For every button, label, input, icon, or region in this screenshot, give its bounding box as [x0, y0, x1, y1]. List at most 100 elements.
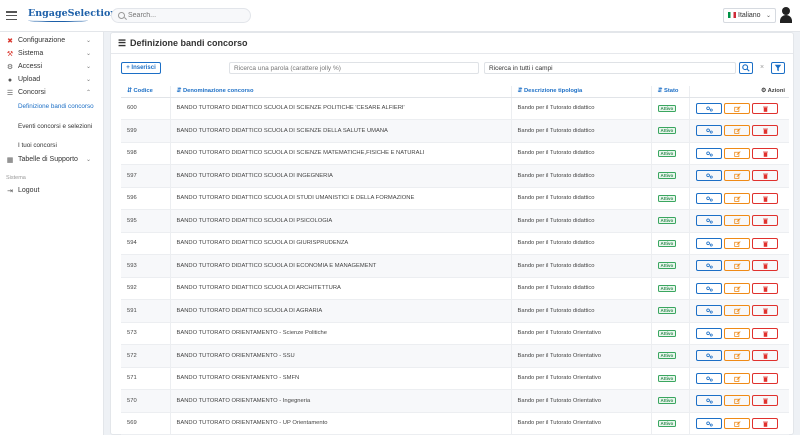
column-header-type[interactable]: ⇵ Descrizione tipologia	[510, 86, 651, 98]
edit-button[interactable]	[723, 395, 750, 407]
chevron-up-icon: ⌃	[86, 90, 92, 96]
delete-button[interactable]	[751, 350, 778, 362]
configure-button[interactable]	[695, 215, 722, 227]
sidebar-item-upload[interactable]: ● Upload ⌄	[0, 76, 104, 87]
edit-button[interactable]	[723, 350, 750, 362]
cell-type: Bando per il Tutorato Orientativo	[510, 322, 651, 345]
sidebar-item-tabelle-supporto[interactable]: ▦ Tabelle di Supporto ⌄	[0, 156, 104, 167]
configure-button[interactable]	[695, 395, 722, 407]
edit-button[interactable]	[723, 215, 750, 227]
sidebar-item-logout[interactable]: ⇥ Logout	[0, 187, 104, 198]
delete-button[interactable]	[751, 170, 778, 182]
cell-actions	[688, 164, 789, 188]
column-header-state[interactable]: ⇵ Stato	[650, 86, 689, 98]
cell-type: Bando per il Tutorato didattico	[510, 164, 651, 188]
search-button[interactable]	[739, 62, 753, 74]
table-row[interactable]: 592 BANDO TUTORATO DIDATTICO SCUOLA DI AR…	[121, 277, 789, 300]
delete-button[interactable]	[751, 395, 778, 407]
delete-button[interactable]	[751, 260, 778, 272]
status-badge: Attivo	[657, 194, 677, 202]
edit-button[interactable]	[723, 282, 750, 294]
table-row[interactable]: 594 BANDO TUTORATO DIDATTICO SCUOLA DI GI…	[121, 232, 789, 255]
table-row[interactable]: 593 BANDO TUTORATO DIDATTICO SCUOLA DI EC…	[121, 254, 789, 278]
page-title-text: Definizione bandi concorso	[130, 38, 248, 48]
table-row[interactable]: 598 BANDO TUTORATO DIDATTICO SCUOLA DI SC…	[121, 142, 789, 165]
table-row[interactable]: 573 BANDO TUTORATO ORIENTAMENTO - Scienze…	[121, 322, 789, 345]
delete-button[interactable]	[751, 417, 778, 429]
delete-button[interactable]	[751, 102, 778, 114]
clear-filter-button[interactable]: ×	[755, 62, 769, 74]
sidebar-item-label: Logout	[18, 187, 40, 194]
sidebar-item-configurazione[interactable]: ✖ Configurazione ⌄	[0, 37, 104, 48]
table-row[interactable]: 599 BANDO TUTORATO DIDATTICO SCUOLA DI SC…	[121, 119, 789, 143]
edit-button[interactable]	[723, 417, 750, 429]
sidebar-item-sistema[interactable]: ⚒ Sistema ⌄	[0, 50, 104, 61]
cell-type: Bando per il Tutorato didattico	[510, 299, 651, 323]
cell-type: Bando per il Tutorato Orientativo	[510, 389, 651, 413]
sidebar-subitem-tuoi-concorsi[interactable]: I tuoi concorsi	[18, 142, 98, 150]
delete-button[interactable]	[751, 237, 778, 249]
cell-name: BANDO TUTORATO DIDATTICO SCUOLA DI GIURI…	[169, 232, 511, 255]
edit-button[interactable]	[723, 260, 750, 272]
table-row[interactable]: 572 BANDO TUTORATO ORIENTAMENTO - SSU Band…	[121, 344, 789, 368]
delete-button[interactable]	[751, 282, 778, 294]
configure-button[interactable]	[695, 350, 722, 362]
user-avatar[interactable]	[780, 7, 792, 23]
edit-button[interactable]	[723, 147, 750, 159]
delete-button[interactable]	[751, 215, 778, 227]
delete-button[interactable]	[751, 305, 778, 317]
column-header-name[interactable]: ⇵ Denominazione concorso	[169, 86, 511, 98]
configure-button[interactable]	[695, 170, 722, 182]
sidebar-subitem-eventi-concorsi[interactable]: Eventi concorsi e selezioni	[18, 123, 98, 131]
edit-button[interactable]	[723, 102, 750, 114]
configure-button[interactable]	[695, 260, 722, 272]
edit-button[interactable]	[723, 170, 750, 182]
insert-button[interactable]: + Inserisci	[121, 62, 161, 74]
table-row[interactable]: 597 BANDO TUTORATO DIDATTICO SCUOLA DI IN…	[121, 164, 789, 188]
configure-button[interactable]	[695, 192, 722, 204]
table-row[interactable]: 569 BANDO TUTORATO ORIENTAMENTO - UP Orie…	[121, 412, 789, 435]
cell-state: Attivo	[650, 187, 689, 210]
delete-button[interactable]	[751, 125, 778, 137]
sidebar-item-accessi[interactable]: ⚙ Accessi ⌄	[0, 63, 104, 74]
delete-button[interactable]	[751, 327, 778, 339]
logo[interactable]: EngageSelection	[28, 8, 118, 22]
table-row[interactable]: 596 BANDO TUTORATO DIDATTICO SCUOLA DI ST…	[121, 187, 789, 210]
menu-icon[interactable]	[6, 11, 17, 21]
table-row[interactable]: 571 BANDO TUTORATO ORIENTAMENTO - SMFN Ban…	[121, 367, 789, 390]
sidebar-subitem-definizione-bandi[interactable]: Definizione bandi concorso	[18, 103, 98, 111]
filter-scope-select[interactable]: Ricerca in tutti i campi	[484, 62, 736, 74]
edit-button[interactable]	[723, 305, 750, 317]
configure-button[interactable]	[695, 282, 722, 294]
column-header-code[interactable]: ⇵ Codice	[121, 86, 170, 98]
edit-button[interactable]	[723, 372, 750, 384]
table-row[interactable]: 570 BANDO TUTORATO ORIENTAMENTO - Ingegne…	[121, 389, 789, 413]
table-row[interactable]: 591 BANDO TUTORATO DIDATTICO SCUOLA DI AG…	[121, 299, 789, 323]
cell-name: BANDO TUTORATO ORIENTAMENTO - SMFN	[169, 367, 511, 390]
filter-input[interactable]	[229, 62, 479, 74]
table-row[interactable]: 595 BANDO TUTORATO DIDATTICO SCUOLA DI PS…	[121, 209, 789, 233]
language-selector[interactable]: Italiano ⌄	[723, 8, 776, 23]
logo-text: EngageSelection	[28, 8, 118, 19]
configure-button[interactable]	[695, 417, 722, 429]
cell-state: Attivo	[650, 142, 689, 165]
configure-button[interactable]	[695, 372, 722, 384]
sidebar-item-concorsi[interactable]: ☰ Concorsi ⌃	[0, 89, 104, 100]
edit-button[interactable]	[723, 125, 750, 137]
edit-button[interactable]	[723, 327, 750, 339]
configure-button[interactable]	[695, 102, 722, 114]
gears-icon: ⚙	[761, 88, 768, 95]
delete-button[interactable]	[751, 147, 778, 159]
table-row[interactable]: 600 BANDO TUTORATO DIDATTICO SCUOLA DI SC…	[121, 97, 789, 120]
filter-button[interactable]	[771, 62, 785, 74]
edit-button[interactable]	[723, 237, 750, 249]
configure-button[interactable]	[695, 327, 722, 339]
configure-button[interactable]	[695, 147, 722, 159]
configure-button[interactable]	[695, 305, 722, 317]
configure-button[interactable]	[695, 125, 722, 137]
delete-button[interactable]	[751, 372, 778, 384]
search-input[interactable]	[128, 10, 246, 21]
configure-button[interactable]	[695, 237, 722, 249]
delete-button[interactable]	[751, 192, 778, 204]
edit-button[interactable]	[723, 192, 750, 204]
